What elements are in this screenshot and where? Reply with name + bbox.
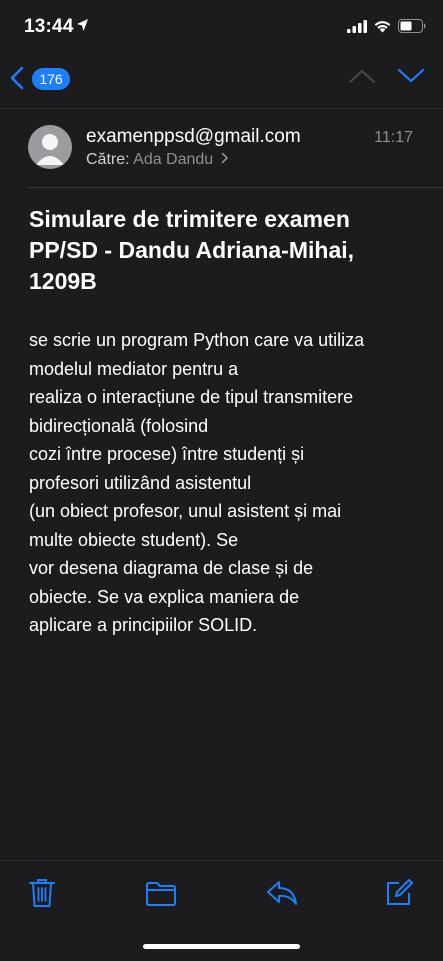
body-line: profesori utilizând asistentul bbox=[29, 472, 252, 493]
body-line: (un obiect profesor, unul asistent și ma… bbox=[29, 501, 342, 521]
body-line: se scrie un program Python care va utili… bbox=[29, 330, 365, 350]
body-line: bidirecțională (folosind bbox=[29, 415, 209, 436]
avatar[interactable] bbox=[28, 125, 72, 169]
person-icon bbox=[36, 134, 64, 165]
body-line: obiecte. Se va explica maniera de bbox=[29, 586, 300, 607]
to-label: Către: bbox=[86, 151, 130, 168]
move-to-folder-button[interactable] bbox=[145, 881, 177, 912]
delete-button[interactable] bbox=[28, 877, 56, 914]
folder-icon bbox=[146, 882, 176, 906]
compose-icon bbox=[387, 879, 413, 905]
received-time: 11:17 bbox=[374, 129, 413, 146]
message-body: se scrie un program Python care va utili… bbox=[29, 326, 424, 640]
unread-count-badge: 176 bbox=[32, 68, 70, 90]
navigation-bar: 176 bbox=[0, 52, 443, 108]
wifi-icon bbox=[373, 19, 392, 38]
recipient-name: Ada Dandu bbox=[133, 151, 214, 168]
next-message-button[interactable] bbox=[397, 68, 425, 89]
compose-button[interactable] bbox=[385, 879, 413, 912]
body-line: aplicare a principiilor SOLID. bbox=[29, 615, 258, 635]
body-line: cozi între procese) între studenți și bbox=[29, 444, 305, 464]
location-arrow-icon bbox=[76, 18, 89, 37]
cellular-signal-icon bbox=[347, 20, 367, 38]
chevron-up-icon bbox=[349, 70, 375, 83]
header-divider bbox=[28, 187, 443, 188]
chevron-right-icon bbox=[221, 152, 228, 164]
body-line: multe obiecte student). Se bbox=[29, 529, 239, 550]
reply-button[interactable] bbox=[266, 879, 298, 912]
home-indicator[interactable] bbox=[143, 944, 300, 949]
message-header: examenppsd@gmail.com Către: Ada Dandu 11… bbox=[0, 108, 443, 189]
previous-message-button[interactable] bbox=[348, 68, 376, 89]
status-bar: 13:44 bbox=[0, 0, 443, 52]
back-button[interactable]: 176 bbox=[8, 64, 78, 94]
recipient-line[interactable]: Către: Ada Dandu bbox=[86, 151, 229, 169]
battery-icon bbox=[398, 19, 426, 38]
message-subject: Simulare de trimitere examen PP/SD - Dan… bbox=[29, 206, 355, 294]
chevron-left-icon bbox=[10, 66, 24, 90]
trash-icon bbox=[29, 879, 55, 907]
status-time: 13:44 bbox=[24, 16, 74, 37]
reply-icon bbox=[267, 881, 297, 905]
body-line: modelul mediator pentru a bbox=[29, 358, 239, 379]
chevron-down-icon bbox=[397, 68, 425, 83]
sender-address[interactable]: examenppsd@gmail.com bbox=[86, 126, 301, 148]
body-line: realiza o interacțiune de tipul transmit… bbox=[29, 387, 354, 407]
body-line: vor desena diagrama de clase și de bbox=[29, 558, 314, 578]
